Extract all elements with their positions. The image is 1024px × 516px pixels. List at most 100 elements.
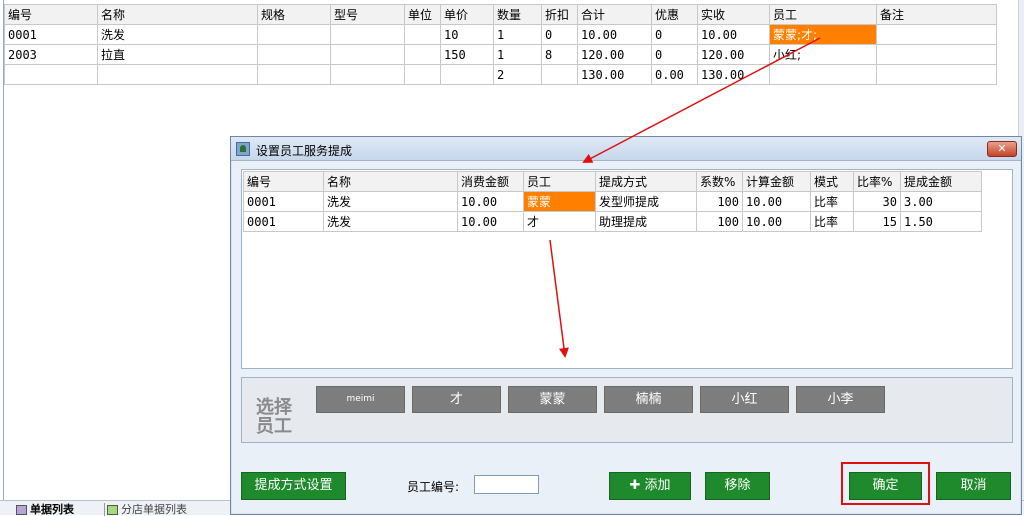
tab-bill-list[interactable]: 单据列表 bbox=[14, 503, 74, 516]
list-icon bbox=[16, 505, 27, 515]
table-cell[interactable]: 0001 bbox=[4, 24, 98, 45]
table-cell[interactable]: 洗发 bbox=[323, 211, 458, 232]
table-row[interactable]: 0001 洗发 10.00 才 助理提成 100 10.00 比率 15 1.5… bbox=[243, 211, 982, 232]
col-header[interactable]: 单位 bbox=[404, 4, 441, 25]
table-cell[interactable]: 0001 bbox=[243, 211, 324, 232]
table-cell[interactable]: 0001 bbox=[243, 191, 324, 212]
col-header[interactable]: 规格 bbox=[257, 4, 331, 25]
table-cell[interactable]: 10 bbox=[440, 24, 494, 45]
close-button[interactable]: ✕ bbox=[987, 141, 1017, 157]
col-header[interactable]: 编号 bbox=[4, 4, 98, 25]
col-header[interactable]: 合计 bbox=[577, 4, 652, 25]
table-cell[interactable]: 3.00 bbox=[900, 191, 982, 212]
col-header[interactable]: 单价 bbox=[440, 4, 494, 25]
col-header[interactable]: 优惠 bbox=[651, 4, 698, 25]
table-cell[interactable]: 0 bbox=[651, 44, 698, 65]
col-header[interactable]: 实收 bbox=[697, 4, 770, 25]
table-row[interactable]: 0001 洗发 10 1 0 10.00 0 10.00 蒙蒙;才; bbox=[4, 24, 997, 45]
add-label: 添加 bbox=[644, 478, 671, 493]
table-cell[interactable]: 150 bbox=[440, 44, 494, 65]
table-cell[interactable]: 8 bbox=[541, 44, 578, 65]
table-cell[interactable]: 1 bbox=[493, 24, 542, 45]
table-cell[interactable]: 1.50 bbox=[900, 211, 982, 232]
table-cell[interactable]: 小红; bbox=[769, 44, 877, 65]
table-cell[interactable]: 洗发 bbox=[323, 191, 458, 212]
table-cell[interactable]: 0 bbox=[541, 24, 578, 45]
table-cell[interactable]: 100 bbox=[696, 191, 743, 212]
table-cell[interactable]: 拉直 bbox=[97, 44, 258, 65]
staff-button-meimi[interactable]: meimi bbox=[316, 386, 405, 413]
col-header[interactable]: 数量 bbox=[493, 4, 542, 25]
col-header[interactable]: 员工 bbox=[769, 4, 877, 25]
table-cell[interactable] bbox=[257, 44, 331, 65]
col-header[interactable]: 提成方式 bbox=[595, 171, 697, 192]
commission-grid-panel: 编号 名称 消费金额 员工 提成方式 系数% 计算金额 模式 比率% 提成金额 … bbox=[241, 169, 1013, 369]
col-header[interactable]: 比率% bbox=[853, 171, 901, 192]
table-cell[interactable]: 比率 bbox=[810, 211, 854, 232]
col-header[interactable]: 消费金额 bbox=[457, 171, 524, 192]
tab-branch-bill-list[interactable]: 分店单据列表 bbox=[104, 503, 187, 516]
table-cell[interactable]: 1 bbox=[493, 44, 542, 65]
cancel-button[interactable]: 取消 bbox=[936, 472, 1011, 500]
table-cell[interactable]: 15 bbox=[853, 211, 901, 232]
table-cell[interactable] bbox=[404, 44, 441, 65]
staff-number-label: 员工编号: bbox=[407, 480, 460, 494]
table-header-row: 编号 名称 规格 型号 单位 单价 数量 折扣 合计 优惠 实收 员工 备注 bbox=[4, 4, 997, 25]
table-cell[interactable] bbox=[404, 24, 441, 45]
table-cell[interactable]: 2003 bbox=[4, 44, 98, 65]
col-header[interactable]: 名称 bbox=[97, 4, 258, 25]
table-cell[interactable]: 120.00 bbox=[697, 44, 770, 65]
table-cell[interactable]: 30 bbox=[853, 191, 901, 212]
staff-cell-selected[interactable]: 蒙蒙;才; bbox=[769, 24, 877, 45]
total-cell bbox=[876, 64, 997, 85]
staff-button-mengmeng[interactable]: 蒙蒙 bbox=[508, 386, 597, 413]
table-cell[interactable]: 10.00 bbox=[457, 211, 524, 232]
table-cell[interactable] bbox=[876, 44, 997, 65]
table-cell[interactable]: 120.00 bbox=[577, 44, 652, 65]
col-header[interactable]: 模式 bbox=[810, 171, 854, 192]
table-cell[interactable]: 0 bbox=[651, 24, 698, 45]
table-cell[interactable]: 10.00 bbox=[742, 191, 811, 212]
col-header[interactable]: 编号 bbox=[243, 171, 324, 192]
table-cell[interactable]: 助理提成 bbox=[595, 211, 697, 232]
table-row[interactable]: 2003 拉直 150 1 8 120.00 0 120.00 小红; bbox=[4, 44, 997, 65]
table-cell[interactable]: 比率 bbox=[810, 191, 854, 212]
table-cell[interactable]: 才 bbox=[523, 211, 596, 232]
close-icon: ✕ bbox=[997, 142, 1007, 155]
table-cell[interactable] bbox=[876, 24, 997, 45]
staff-number-input[interactable] bbox=[474, 475, 539, 494]
table-cell[interactable]: 发型师提成 bbox=[595, 191, 697, 212]
col-header[interactable]: 计算金额 bbox=[742, 171, 811, 192]
add-button[interactable]: ✚ 添加 bbox=[609, 472, 691, 500]
commission-settings-button[interactable]: 提成方式设置 bbox=[241, 472, 346, 500]
col-header[interactable]: 系数% bbox=[696, 171, 743, 192]
table-cell[interactable]: 10.00 bbox=[457, 191, 524, 212]
total-cell bbox=[541, 64, 578, 85]
table-cell[interactable]: 100 bbox=[696, 211, 743, 232]
col-header[interactable]: 型号 bbox=[330, 4, 405, 25]
staff-button-xiaohong[interactable]: 小红 bbox=[700, 386, 789, 413]
staff-button-cai[interactable]: 才 bbox=[412, 386, 501, 413]
total-amount: 130.00 bbox=[577, 64, 652, 85]
table-cell[interactable]: 10.00 bbox=[697, 24, 770, 45]
staff-button-nannan[interactable]: 楠楠 bbox=[604, 386, 693, 413]
col-header[interactable]: 名称 bbox=[323, 171, 458, 192]
col-header[interactable]: 折扣 bbox=[541, 4, 578, 25]
remove-button[interactable]: 移除 bbox=[705, 472, 770, 500]
table-row[interactable]: 0001 洗发 10.00 蒙蒙 发型师提成 100 10.00 比率 30 3… bbox=[243, 191, 982, 212]
plus-icon: ✚ bbox=[629, 478, 641, 493]
col-header[interactable]: 员工 bbox=[523, 171, 596, 192]
dialog-titlebar[interactable]: 设置员工服务提成 ✕ bbox=[231, 137, 1021, 161]
table-cell[interactable]: 10.00 bbox=[577, 24, 652, 45]
staff-cell-selected[interactable]: 蒙蒙 bbox=[523, 191, 596, 212]
total-cell bbox=[4, 64, 98, 85]
table-cell[interactable] bbox=[330, 44, 405, 65]
col-header[interactable]: 备注 bbox=[876, 4, 997, 25]
select-staff-label: 选择员工 bbox=[256, 397, 292, 437]
table-cell[interactable]: 10.00 bbox=[742, 211, 811, 232]
table-cell[interactable]: 洗发 bbox=[97, 24, 258, 45]
table-cell[interactable] bbox=[257, 24, 331, 45]
staff-button-xiaoli[interactable]: 小李 bbox=[796, 386, 885, 413]
col-header[interactable]: 提成金额 bbox=[900, 171, 982, 192]
table-cell[interactable] bbox=[330, 24, 405, 45]
